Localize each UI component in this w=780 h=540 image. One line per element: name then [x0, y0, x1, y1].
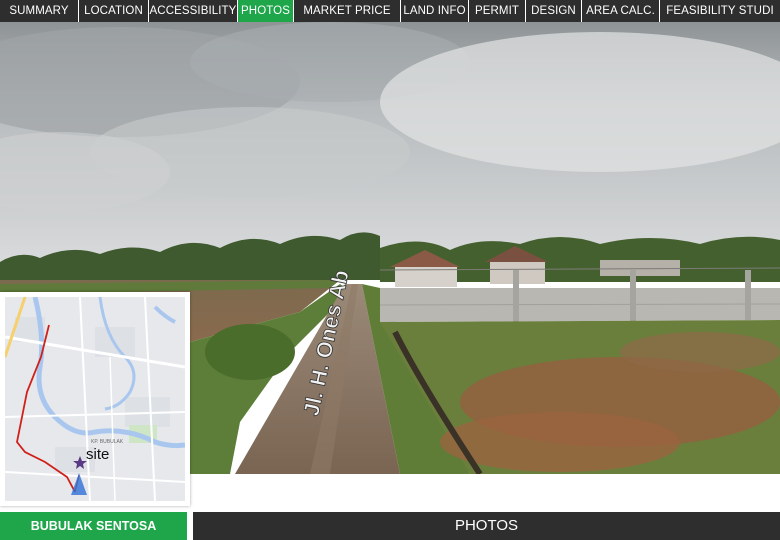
tab-design[interactable]: DESIGN	[526, 0, 582, 22]
project-name-badge: BUBULAK SENTOSA	[0, 512, 187, 540]
tab-permit[interactable]: PERMIT	[469, 0, 526, 22]
tab-summary[interactable]: SUMMARY	[0, 0, 79, 22]
tab-accessibility[interactable]: ACCESSIBILITY	[149, 0, 238, 22]
map-area-label: KP. BUBULAK	[91, 439, 124, 445]
tab-land-info[interactable]: LAND INFO	[401, 0, 469, 22]
tab-feasibility-studi[interactable]: FEASIBILITY STUDI	[660, 0, 780, 22]
location-map-inset: KP. BUBULAK site	[0, 292, 190, 506]
site-label: site	[86, 446, 110, 463]
tab-area-calc[interactable]: AREA CALC.	[582, 0, 660, 22]
section-title-bar: PHOTOS	[193, 512, 780, 540]
tab-location[interactable]: LOCATION	[79, 0, 149, 22]
map-image: KP. BUBULAK	[5, 297, 185, 501]
tab-market-price[interactable]: MARKET PRICE	[294, 0, 401, 22]
top-nav: SUMMARY LOCATION ACCESSIBILITY PHOTOS MA…	[0, 0, 780, 22]
tab-photos[interactable]: PHOTOS	[238, 0, 294, 22]
